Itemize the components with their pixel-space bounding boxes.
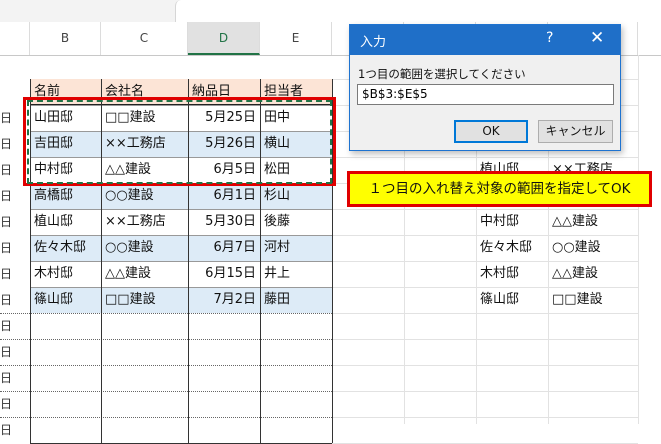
table-cell[interactable]: 篠山邸: [30, 287, 101, 313]
table-cell[interactable]: 木村邸: [30, 261, 101, 287]
row-fragment: 日: [0, 371, 10, 385]
help-icon[interactable]: ?: [546, 30, 553, 46]
table-cell[interactable]: 井上: [260, 261, 332, 287]
table-cell[interactable]: [188, 391, 260, 417]
row-fragment: 日: [0, 111, 10, 125]
table-cell[interactable]: [260, 339, 332, 365]
right-table-cell[interactable]: 中村邸: [476, 209, 548, 235]
table-cell[interactable]: [30, 391, 101, 417]
row-border: [0, 391, 332, 392]
table-cell[interactable]: [101, 417, 188, 443]
table-cell[interactable]: [260, 365, 332, 391]
row-border: [30, 261, 332, 262]
gridline: [332, 417, 638, 418]
row-fragment: 日: [0, 319, 10, 333]
row-fragment: 日: [0, 267, 10, 281]
row-border: [0, 365, 332, 366]
table-cell[interactable]: 杉山: [260, 183, 332, 209]
right-table-cell[interactable]: □□建設: [548, 287, 638, 313]
table-cell[interactable]: □□建設: [101, 287, 188, 313]
row-border: [0, 339, 332, 340]
gridline: [332, 365, 638, 366]
column-header-c[interactable]: C: [101, 22, 188, 55]
table-cell[interactable]: [188, 313, 260, 339]
row-number-header[interactable]: [0, 22, 30, 55]
row-border: [30, 235, 332, 236]
right-table-cell[interactable]: △△建設: [548, 209, 638, 235]
column-header-b[interactable]: B: [30, 22, 101, 55]
row-fragment: 日: [0, 163, 10, 177]
gridline: [638, 55, 639, 424]
instruction-callout: １つ目の入れ替え対象の範囲を指定してOK: [347, 171, 652, 207]
row-fragment: 日: [0, 241, 10, 255]
table-cell[interactable]: [30, 313, 101, 339]
right-table-cell[interactable]: △△建設: [548, 261, 638, 287]
table-cell[interactable]: [188, 339, 260, 365]
table-cell[interactable]: [188, 365, 260, 391]
table-cell[interactable]: ××工務店: [101, 209, 188, 235]
table-cell[interactable]: [260, 313, 332, 339]
row-border: [30, 209, 332, 210]
table-cell[interactable]: ○○建設: [101, 235, 188, 261]
row-border: [0, 417, 332, 418]
table-cell[interactable]: 植山邸: [30, 209, 101, 235]
dialog-prompt: 1つ目の範囲を選択してください: [358, 67, 526, 81]
table-cell[interactable]: 5月30日: [188, 209, 260, 235]
table-cell[interactable]: [101, 313, 188, 339]
ok-button[interactable]: OK: [454, 120, 528, 143]
table-cell[interactable]: [260, 391, 332, 417]
table-cell[interactable]: 後藤: [260, 209, 332, 235]
selection-marquee: [27, 100, 332, 184]
row-fragment: 日: [0, 293, 10, 307]
input-dialog: 入力 ? ✕ 1つ目の範囲を選択してください $B$3:$E$5 OK キャンセ…: [349, 24, 621, 151]
row-fragment: 日: [0, 397, 10, 411]
cancel-button[interactable]: キャンセル: [538, 120, 613, 143]
right-table-cell[interactable]: ○○建設: [548, 235, 638, 261]
table-cell[interactable]: 6月15日: [188, 261, 260, 287]
dialog-title: 入力: [360, 35, 387, 50]
gridline: [332, 313, 638, 314]
row-fragment: 日: [0, 189, 10, 203]
row-fragment: 日: [0, 215, 10, 229]
range-input[interactable]: $B$3:$E$5: [357, 84, 614, 105]
table-cell[interactable]: [101, 391, 188, 417]
column-header-e[interactable]: E: [260, 22, 332, 55]
table-cell[interactable]: 高橋邸: [30, 183, 101, 209]
table-cell[interactable]: 河村: [260, 235, 332, 261]
sheet-area-top: [175, 0, 661, 22]
table-cell[interactable]: △△建設: [101, 261, 188, 287]
table-cell[interactable]: [260, 417, 332, 443]
gridline: [332, 391, 638, 392]
table-cell[interactable]: 藤田: [260, 287, 332, 313]
table-cell[interactable]: ○○建設: [101, 183, 188, 209]
table-cell[interactable]: [188, 417, 260, 443]
table-cell[interactable]: [30, 417, 101, 443]
row-fragment: 日: [0, 423, 10, 437]
table-cell[interactable]: [101, 365, 188, 391]
close-icon[interactable]: ✕: [590, 28, 604, 48]
ribbon-strip: [0, 0, 661, 22]
table-cell[interactable]: [30, 339, 101, 365]
gridline: [332, 339, 638, 340]
table-cell[interactable]: [101, 339, 188, 365]
row-border: [30, 287, 332, 288]
row-fragment: 日: [0, 345, 10, 359]
right-table-cell[interactable]: 篠山邸: [476, 287, 548, 313]
row-fragment: 日: [0, 137, 10, 151]
row-border: [0, 313, 332, 314]
table-cell[interactable]: 佐々木邸: [30, 235, 101, 261]
column-header-d[interactable]: D: [188, 22, 260, 55]
right-table-cell[interactable]: 木村邸: [476, 261, 548, 287]
table-cell[interactable]: [30, 365, 101, 391]
table-cell[interactable]: 6月7日: [188, 235, 260, 261]
dialog-titlebar: 入力 ? ✕: [350, 25, 620, 55]
table-cell[interactable]: 7月2日: [188, 287, 260, 313]
table-cell[interactable]: 6月1日: [188, 183, 260, 209]
right-table-cell[interactable]: 佐々木邸: [476, 235, 548, 261]
